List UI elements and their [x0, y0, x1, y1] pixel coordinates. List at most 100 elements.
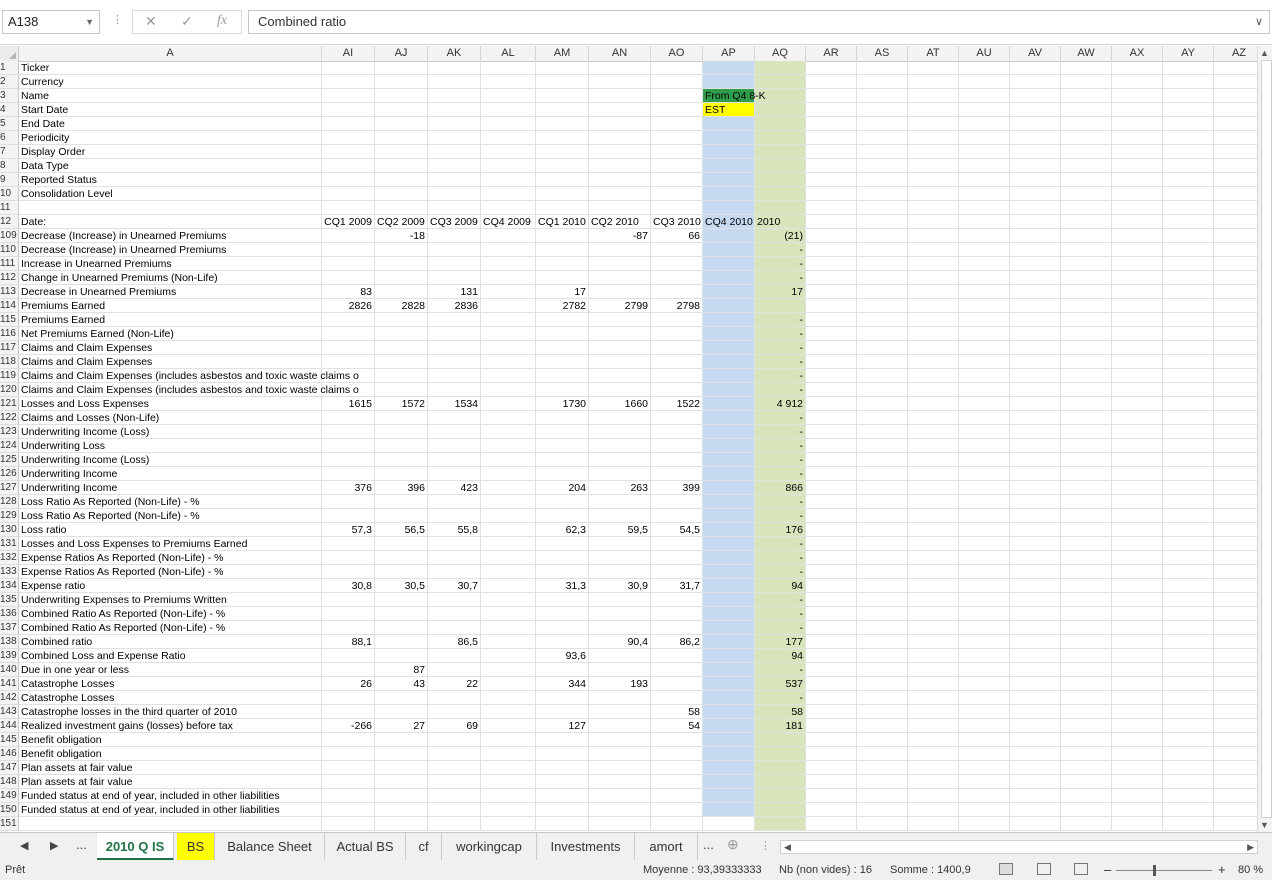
cell-ap5[interactable]	[703, 117, 755, 131]
cell-ay12[interactable]	[1163, 215, 1214, 229]
cell-ax125[interactable]	[1112, 453, 1163, 467]
cell-am109[interactable]	[536, 229, 589, 243]
cell-aj134[interactable]: 30,5	[375, 579, 428, 593]
cell-aq139[interactable]: 94	[755, 649, 806, 663]
cell-am148[interactable]	[536, 775, 589, 789]
cell-ao149[interactable]	[651, 789, 703, 803]
cell-ap121[interactable]	[703, 397, 755, 411]
cell-ar120[interactable]	[806, 383, 857, 397]
cell-at10[interactable]	[908, 187, 959, 201]
cell-ak133[interactable]	[428, 565, 481, 579]
cell-as143[interactable]	[857, 705, 908, 719]
cell-au1[interactable]	[959, 61, 1010, 75]
cell-ax10[interactable]	[1112, 187, 1163, 201]
cell-ay117[interactable]	[1163, 341, 1214, 355]
cell-az118[interactable]	[1214, 355, 1257, 369]
cell-ai144[interactable]: -266	[322, 719, 375, 733]
cell-ar135[interactable]	[806, 593, 857, 607]
average-stat[interactable]: Moyenne : 93,39333333	[643, 860, 762, 880]
next-sheet-icon[interactable]: ▶	[50, 839, 58, 852]
cell-ar6[interactable]	[806, 131, 857, 145]
row-header[interactable]: 124	[0, 439, 19, 453]
cell-am4[interactable]	[536, 103, 589, 117]
cell-am146[interactable]	[536, 747, 589, 761]
cell-aw136[interactable]	[1061, 607, 1112, 621]
cell-aw1[interactable]	[1061, 61, 1112, 75]
cell-au123[interactable]	[959, 425, 1010, 439]
cell-az126[interactable]	[1214, 467, 1257, 481]
cell-aq145[interactable]	[755, 733, 806, 747]
cell-ar128[interactable]	[806, 495, 857, 509]
cell-aj147[interactable]	[375, 761, 428, 775]
cell-aj130[interactable]: 56,5	[375, 523, 428, 537]
cell-an139[interactable]	[589, 649, 651, 663]
cell-a137[interactable]: Combined Ratio As Reported (Non-Life) - …	[19, 621, 322, 635]
cell-as124[interactable]	[857, 439, 908, 453]
cell-au7[interactable]	[959, 145, 1010, 159]
cell-an140[interactable]	[589, 663, 651, 677]
cell-ap123[interactable]	[703, 425, 755, 439]
cell-al151[interactable]	[481, 817, 536, 831]
cell-az133[interactable]	[1214, 565, 1257, 579]
cell-aq119[interactable]: -	[755, 369, 806, 383]
cell-ao144[interactable]: 54	[651, 719, 703, 733]
cell-ax117[interactable]	[1112, 341, 1163, 355]
cell-as147[interactable]	[857, 761, 908, 775]
cell-as4[interactable]	[857, 103, 908, 117]
cell-az145[interactable]	[1214, 733, 1257, 747]
cell-aj3[interactable]	[375, 89, 428, 103]
cell-av145[interactable]	[1010, 733, 1061, 747]
cell-ax136[interactable]	[1112, 607, 1163, 621]
cell-ay6[interactable]	[1163, 131, 1214, 145]
cell-av144[interactable]	[1010, 719, 1061, 733]
cell-az124[interactable]	[1214, 439, 1257, 453]
cell-ax109[interactable]	[1112, 229, 1163, 243]
cell-ai112[interactable]	[322, 271, 375, 285]
cell-av114[interactable]	[1010, 299, 1061, 313]
cell-ar2[interactable]	[806, 75, 857, 89]
cell-av142[interactable]	[1010, 691, 1061, 705]
cell-as136[interactable]	[857, 607, 908, 621]
cell-ax133[interactable]	[1112, 565, 1163, 579]
cell-aq4[interactable]	[755, 103, 806, 117]
cell-ax12[interactable]	[1112, 215, 1163, 229]
cell-ay129[interactable]	[1163, 509, 1214, 523]
cell-ak145[interactable]	[428, 733, 481, 747]
cell-ay145[interactable]	[1163, 733, 1214, 747]
row-header[interactable]: 127	[0, 481, 19, 495]
cell-ai2[interactable]	[322, 75, 375, 89]
row-header[interactable]: 1	[0, 61, 19, 75]
cell-an127[interactable]: 263	[589, 481, 651, 495]
cell-ao129[interactable]	[651, 509, 703, 523]
sheet-tab[interactable]: Actual BS	[325, 833, 406, 860]
sheets-more-right[interactable]: ...	[703, 837, 714, 852]
cell-an4[interactable]	[589, 103, 651, 117]
zoom-out-icon[interactable]: –	[1104, 860, 1111, 880]
cell-aw145[interactable]	[1061, 733, 1112, 747]
cell-as132[interactable]	[857, 551, 908, 565]
cell-as120[interactable]	[857, 383, 908, 397]
cell-az9[interactable]	[1214, 173, 1257, 187]
cell-ap151[interactable]	[703, 817, 755, 831]
cell-aj151[interactable]	[375, 817, 428, 831]
cell-ap148[interactable]	[703, 775, 755, 789]
cell-av120[interactable]	[1010, 383, 1061, 397]
cell-as148[interactable]	[857, 775, 908, 789]
cell-at143[interactable]	[908, 705, 959, 719]
cell-ax116[interactable]	[1112, 327, 1163, 341]
cell-as8[interactable]	[857, 159, 908, 173]
cell-ao4[interactable]	[651, 103, 703, 117]
cell-aj10[interactable]	[375, 187, 428, 201]
cell-aw132[interactable]	[1061, 551, 1112, 565]
cell-au136[interactable]	[959, 607, 1010, 621]
cell-ao112[interactable]	[651, 271, 703, 285]
cell-ak139[interactable]	[428, 649, 481, 663]
cell-at12[interactable]	[908, 215, 959, 229]
cell-ay150[interactable]	[1163, 803, 1214, 817]
cell-au135[interactable]	[959, 593, 1010, 607]
cell-az135[interactable]	[1214, 593, 1257, 607]
cell-at127[interactable]	[908, 481, 959, 495]
cell-ay127[interactable]	[1163, 481, 1214, 495]
cell-al142[interactable]	[481, 691, 536, 705]
cell-au116[interactable]	[959, 327, 1010, 341]
